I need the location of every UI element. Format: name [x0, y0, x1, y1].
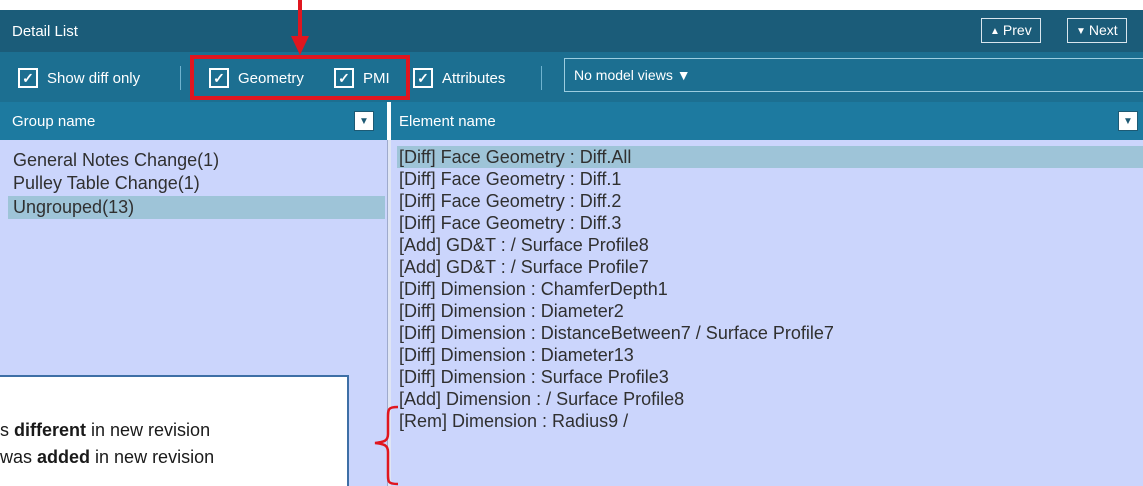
group-name-header-label: Group name	[12, 113, 96, 130]
model-views-dropdown[interactable]: No model views ▼	[564, 58, 1143, 92]
triangle-down-icon: ▼	[1076, 26, 1086, 37]
element-row[interactable]: [Add] GD&T : / Surface Profile7	[397, 256, 1143, 278]
checkbox-checked-icon: ✓	[413, 68, 433, 88]
group-filter-dropdown-icon[interactable]: ▼	[354, 111, 374, 131]
filter-toolbar: ✓ Show diff only ✓ Geometry ✓ PMI ✓ Attr…	[0, 52, 1143, 102]
element-row[interactable]: [Diff] Face Geometry : Diff.3	[397, 212, 1143, 234]
element-filter-dropdown-icon[interactable]: ▼	[1118, 111, 1138, 131]
panel-title: Detail List	[12, 23, 78, 40]
next-button[interactable]: ▼ Next	[1067, 18, 1127, 43]
callout-text: s	[0, 420, 15, 440]
callout-bold-text: different	[14, 420, 87, 440]
group-name-header: Group name ▼	[0, 102, 387, 140]
element-name-header: Element name ▼	[391, 102, 1143, 140]
toolbar-separator	[541, 66, 542, 90]
element-row[interactable]: [Diff] Face Geometry : Diff.1	[397, 168, 1143, 190]
callout-text: in new revision	[86, 420, 211, 440]
callout-bold-text: added	[37, 447, 91, 467]
element-row[interactable]: [Add] Dimension : / Surface Profile8	[397, 388, 1143, 410]
triangle-up-icon: ▲	[990, 26, 1000, 37]
element-row[interactable]: [Diff] Dimension : ChamferDepth1	[397, 278, 1143, 300]
element-row[interactable]: [Diff] Dimension : DistanceBetween7 / Su…	[397, 322, 1143, 344]
element-row-selected[interactable]: [Diff] Face Geometry : Diff.All	[397, 146, 1143, 168]
attributes-checkbox[interactable]: ✓ Attributes	[413, 67, 505, 89]
show-diff-only-label: Show diff only	[47, 69, 141, 87]
group-item-selected[interactable]: Ungrouped(13)	[8, 196, 385, 219]
element-list: [Diff] Face Geometry : Diff.All [Diff] F…	[391, 140, 1143, 486]
group-item[interactable]: Pulley Table Change(1)	[8, 172, 385, 195]
show-diff-only-checkbox[interactable]: ✓ Show diff only	[18, 67, 140, 89]
callout-text: in new revision	[90, 447, 215, 467]
element-row[interactable]: [Add] GD&T : / Surface Profile8	[397, 234, 1143, 256]
element-row[interactable]: [Diff] Face Geometry : Diff.2	[397, 190, 1143, 212]
prev-button[interactable]: ▲ Prev	[981, 18, 1041, 43]
element-name-header-label: Element name	[399, 113, 496, 130]
element-row[interactable]: [Diff] Dimension : Surface Profile3	[397, 366, 1143, 388]
prev-button-label: Prev	[1002, 22, 1032, 38]
callout-text: was	[0, 447, 38, 467]
checkbox-checked-icon: ✓	[18, 68, 38, 88]
annotation-arrow-head	[291, 36, 309, 55]
element-row[interactable]: [Rem] Dimension : Radius9 /	[397, 410, 1143, 432]
annotation-arrow-line	[298, 0, 302, 40]
callout-line-added: was added in new revision	[0, 447, 214, 468]
detail-list-titlebar: Detail List ▲ Prev ▼ Next	[0, 10, 1143, 52]
callout-line-different: s different in new revision	[0, 420, 210, 441]
annotation-callout: s different in new revision was added in…	[0, 375, 349, 486]
annotation-bracket	[374, 405, 399, 486]
annotation-highlight-box	[190, 55, 410, 100]
toolbar-separator	[180, 66, 181, 90]
element-row[interactable]: [Diff] Dimension : Diameter13	[397, 344, 1143, 366]
attributes-label: Attributes	[442, 69, 506, 87]
element-row[interactable]: [Diff] Dimension : Diameter2	[397, 300, 1143, 322]
group-item[interactable]: General Notes Change(1)	[8, 149, 385, 172]
next-button-label: Next	[1088, 22, 1118, 38]
